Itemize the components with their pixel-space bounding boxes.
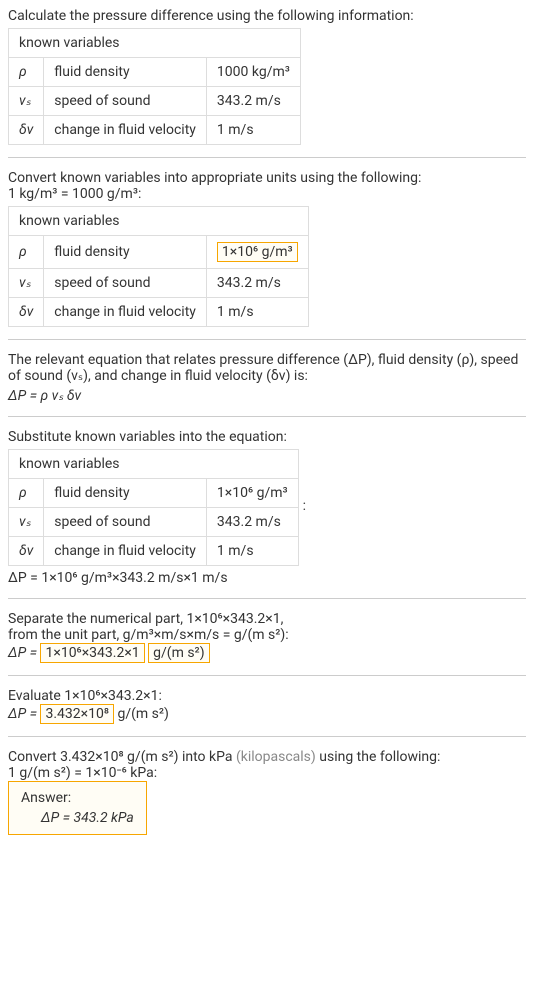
desc-cell: change in fluid velocity <box>44 116 207 145</box>
symbol-cell: vₛ <box>9 87 44 116</box>
table-header: known variables <box>9 450 299 479</box>
highlighted-value: 1×10⁶ g/m³ <box>217 242 298 262</box>
step7-intro-gray: (kilopascals) <box>236 749 316 765</box>
value-cell: 343.2 m/s <box>206 508 298 537</box>
table-header: known variables <box>9 29 301 58</box>
colon: : <box>303 498 306 514</box>
symbol-cell: vₛ <box>9 269 44 298</box>
eq-highlight: 3.432×10⁸ <box>40 704 114 724</box>
eq-prefix: ΔP = <box>8 645 40 661</box>
desc-cell: fluid density <box>44 236 207 269</box>
step3-equation: ΔP = ρ vₛ δv <box>8 388 526 404</box>
step7-intro1: Convert 3.432×10⁸ g/(m s²) into kPa <box>8 749 236 765</box>
answer-label: Answer: <box>21 790 134 806</box>
divider <box>8 339 526 340</box>
step5-equation: ΔP = 1×10⁶×343.2×1 g/(m s²) <box>8 643 526 663</box>
value-cell: 1 m/s <box>206 116 300 145</box>
step4-equation: ΔP = 1×10⁶ g/m³×343.2 m/s×1 m/s <box>8 570 526 586</box>
divider <box>8 416 526 417</box>
table-row: ρ fluid density 1000 kg/m³ <box>9 58 301 87</box>
eq-highlight: 1×10⁶×343.2×1 <box>40 643 144 663</box>
divider <box>8 598 526 599</box>
divider <box>8 675 526 676</box>
step7-intro2: using the following: <box>316 749 441 765</box>
divider <box>8 736 526 737</box>
answer-box: Answer: ΔP = 343.2 kPa <box>8 781 147 835</box>
eq-unit-highlight: g/(m s²) <box>148 643 209 663</box>
value-cell: 1 m/s <box>206 298 308 327</box>
step6-equation: ΔP = 3.432×10⁸ g/(m s²) <box>8 704 526 724</box>
desc-cell: speed of sound <box>44 508 207 537</box>
desc-cell: speed of sound <box>44 269 207 298</box>
value-cell: 1×10⁶ g/m³ <box>206 236 308 269</box>
desc-cell: speed of sound <box>44 87 207 116</box>
step1-table: known variables ρ fluid density 1000 kg/… <box>8 28 301 145</box>
step3-intro: The relevant equation that relates press… <box>8 352 526 384</box>
value-cell: 1×10⁶ g/m³ <box>206 479 298 508</box>
step5-intro2: from the unit part, g/m³×m/s×m/s = g/(m … <box>8 627 526 643</box>
table-row: ρ fluid density 1×10⁶ g/m³ <box>9 479 299 508</box>
table-header: known variables <box>9 207 309 236</box>
table-row: vₛ speed of sound 343.2 m/s <box>9 269 309 298</box>
symbol-cell: ρ <box>9 58 44 87</box>
answer-value: ΔP = 343.2 kPa <box>21 810 134 826</box>
table-row: δv change in fluid velocity 1 m/s <box>9 537 299 566</box>
symbol-cell: δv <box>9 298 44 327</box>
step6-intro: Evaluate 1×10⁶×343.2×1: <box>8 688 526 704</box>
symbol-cell: ρ <box>9 236 44 269</box>
step4-intro: Substitute known variables into the equa… <box>8 429 526 445</box>
symbol-cell: vₛ <box>9 508 44 537</box>
step7-intro: Convert 3.432×10⁸ g/(m s²) into kPa (kil… <box>8 749 526 765</box>
desc-cell: fluid density <box>44 479 207 508</box>
eq-prefix: ΔP = <box>8 706 40 722</box>
step2-table: known variables ρ fluid density 1×10⁶ g/… <box>8 206 309 327</box>
value-cell: 1 m/s <box>206 537 298 566</box>
symbol-cell: ρ <box>9 479 44 508</box>
table-row: δv change in fluid velocity 1 m/s <box>9 116 301 145</box>
table-row: δv change in fluid velocity 1 m/s <box>9 298 309 327</box>
step2-intro: Convert known variables into appropriate… <box>8 170 526 186</box>
step1-intro: Calculate the pressure difference using … <box>8 8 526 24</box>
table-row: vₛ speed of sound 343.2 m/s <box>9 508 299 537</box>
eq-suffix: g/(m s²) <box>114 706 169 722</box>
value-cell: 343.2 m/s <box>206 87 300 116</box>
table-row: ρ fluid density 1×10⁶ g/m³ <box>9 236 309 269</box>
symbol-cell: δv <box>9 116 44 145</box>
step5-intro1: Separate the numerical part, 1×10⁶×343.2… <box>8 611 526 627</box>
table-row: vₛ speed of sound 343.2 m/s <box>9 87 301 116</box>
divider <box>8 157 526 158</box>
step2-conversion: 1 kg/m³ = 1000 g/m³: <box>8 186 526 202</box>
symbol-cell: δv <box>9 537 44 566</box>
value-cell: 1000 kg/m³ <box>206 58 300 87</box>
value-cell: 343.2 m/s <box>206 269 308 298</box>
step7-conversion: 1 g/(m s²) = 1×10⁻⁶ kPa: <box>8 765 526 781</box>
answer-eq: ΔP = 343.2 kPa <box>41 810 134 826</box>
step4-table: known variables ρ fluid density 1×10⁶ g/… <box>8 449 299 566</box>
desc-cell: change in fluid velocity <box>44 537 207 566</box>
desc-cell: fluid density <box>44 58 207 87</box>
desc-cell: change in fluid velocity <box>44 298 207 327</box>
